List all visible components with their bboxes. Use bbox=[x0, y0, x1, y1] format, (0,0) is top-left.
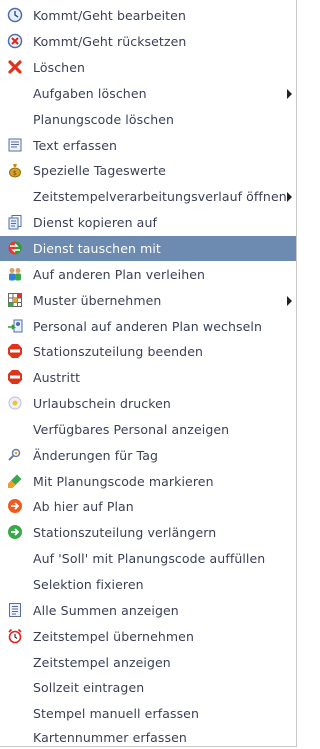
menu-item-label: Sollzeit eintragen bbox=[33, 680, 145, 695]
menu-item-stationszuteilung-beenden[interactable]: Stationszuteilung beenden bbox=[0, 339, 296, 364]
menu-item-label: Kommt/Geht rücksetzen bbox=[33, 34, 187, 49]
menu-item-dienst-kopieren[interactable]: Dienst kopieren auf bbox=[0, 210, 296, 235]
menu-item-aenderungen-fuer-tag[interactable]: Änderungen für Tag bbox=[0, 443, 296, 468]
menu-item-kartennummer-erfassen[interactable]: Kartennummer erfassen bbox=[0, 727, 296, 747]
menu-item-label: Aufgaben löschen bbox=[33, 86, 147, 101]
menu-item-kommt-geht-ruecksetzen[interactable]: Kommt/Geht rücksetzen bbox=[0, 29, 296, 54]
menu-item-label: Stationszuteilung verlängern bbox=[33, 525, 217, 540]
menu-item-label: Verfügbares Personal anzeigen bbox=[33, 422, 230, 437]
context-menu: Kommt/Geht bearbeiten Kommt/Geht rückset… bbox=[0, 0, 297, 747]
swap-icon bbox=[7, 240, 23, 256]
menu-item-ab-hier-auf-plan[interactable]: Ab hier auf Plan bbox=[0, 494, 296, 519]
menu-item-stationszuteilung-verlaengern[interactable]: Stationszuteilung verlängern bbox=[0, 520, 296, 545]
menu-item-zeitstempelverarbeitungsverlauf[interactable]: Zeitstempelverarbeitungsverlauf öffnen bbox=[0, 184, 296, 209]
menu-item-zeitstempel-anzeigen[interactable]: Zeitstempel anzeigen bbox=[0, 650, 296, 675]
menu-item-loeschen[interactable]: Löschen bbox=[0, 55, 296, 80]
menu-item-planungscode-loeschen[interactable]: Planungscode löschen bbox=[0, 107, 296, 132]
menu-item-austritt[interactable]: Austritt bbox=[0, 365, 296, 390]
svg-text:$: $ bbox=[13, 170, 17, 177]
submenu-arrow-icon bbox=[287, 89, 292, 99]
menu-item-label: Alle Summen anzeigen bbox=[33, 603, 179, 618]
menu-item-personal-wechseln[interactable]: Personal auf anderen Plan wechseln bbox=[0, 314, 296, 339]
sun-icon bbox=[7, 395, 23, 411]
text-note-icon bbox=[7, 137, 23, 153]
menu-item-label: Austritt bbox=[33, 370, 81, 385]
menu-item-label: Stationszuteilung beenden bbox=[33, 344, 204, 359]
menu-item-label: Kommt/Geht bearbeiten bbox=[33, 8, 186, 23]
menu-item-label: Auf 'Soll' mit Planungscode auffüllen bbox=[33, 551, 266, 566]
menu-item-alle-summen-anzeigen[interactable]: Alle Summen anzeigen bbox=[0, 598, 296, 623]
menu-item-kommt-geht-bearbeiten[interactable]: Kommt/Geht bearbeiten bbox=[0, 3, 296, 28]
person-search-icon bbox=[7, 447, 23, 463]
menu-item-aufgaben-loeschen[interactable]: Aufgaben löschen bbox=[0, 81, 296, 106]
menu-item-label: Zeitstempel anzeigen bbox=[33, 655, 171, 670]
menu-item-label: Dienst tauschen mit bbox=[33, 241, 161, 256]
menu-item-dienst-tauschen[interactable]: Dienst tauschen mit bbox=[0, 236, 296, 261]
green-arrow-right-icon bbox=[7, 524, 23, 540]
menu-item-mit-planungscode-markieren[interactable]: Mit Planungscode markieren bbox=[0, 469, 296, 494]
menu-item-muster-uebernehmen[interactable]: Muster übernehmen bbox=[0, 288, 296, 313]
menu-item-label: Personal auf anderen Plan wechseln bbox=[33, 319, 262, 334]
menu-item-label: Muster übernehmen bbox=[33, 293, 162, 308]
menu-item-label: Löschen bbox=[33, 60, 86, 75]
pattern-grid-icon bbox=[7, 292, 23, 308]
menu-item-label: Zeitstempelverarbeitungsverlauf öffnen bbox=[33, 189, 287, 204]
clock-reset-icon bbox=[7, 33, 23, 49]
menu-item-stempel-manuell-erfassen[interactable]: Stempel manuell erfassen bbox=[0, 701, 296, 726]
stop-sign-icon bbox=[7, 369, 23, 385]
menu-item-label: Selektion fixieren bbox=[33, 577, 144, 592]
menu-item-sollzeit-eintragen[interactable]: Sollzeit eintragen bbox=[0, 675, 296, 700]
menu-item-label: Zeitstempel übernehmen bbox=[33, 629, 194, 644]
delete-x-icon bbox=[7, 59, 23, 75]
clock-edit-icon bbox=[7, 7, 23, 23]
menu-item-label: Änderungen für Tag bbox=[33, 448, 158, 463]
menu-item-label: Auf anderen Plan verleihen bbox=[33, 267, 206, 282]
menu-item-spezielle-tageswerte[interactable]: $ Spezielle Tageswerte bbox=[0, 158, 296, 183]
menu-item-label: Planungscode löschen bbox=[33, 112, 175, 127]
menu-item-label: Stempel manuell erfassen bbox=[33, 706, 199, 721]
menu-item-label: Kartennummer erfassen bbox=[33, 729, 187, 745]
menu-item-label: Mit Planungscode markieren bbox=[33, 474, 214, 489]
menu-item-label: Spezielle Tageswerte bbox=[33, 163, 166, 178]
submenu-arrow-icon bbox=[287, 296, 292, 306]
menu-item-urlaubschein-drucken[interactable]: Urlaubschein drucken bbox=[0, 391, 296, 416]
orange-arrow-right-icon bbox=[7, 498, 23, 514]
menu-item-verfuegbares-personal[interactable]: Verfügbares Personal anzeigen bbox=[0, 417, 296, 442]
menu-item-selektion-fixieren[interactable]: Selektion fixieren bbox=[0, 572, 296, 597]
alarm-clock-icon bbox=[7, 628, 23, 644]
menu-item-auf-anderen-plan-verleihen[interactable]: Auf anderen Plan verleihen bbox=[0, 262, 296, 287]
menu-item-text-erfassen[interactable]: Text erfassen bbox=[0, 133, 296, 158]
menu-item-label: Urlaubschein drucken bbox=[33, 396, 171, 411]
marker-brush-icon bbox=[7, 473, 23, 489]
menu-item-auf-soll-auffuellen[interactable]: Auf 'Soll' mit Planungscode auffüllen bbox=[0, 546, 296, 571]
stop-sign-icon bbox=[7, 343, 23, 359]
menu-item-label: Ab hier auf Plan bbox=[33, 499, 134, 514]
submenu-arrow-icon bbox=[287, 192, 292, 202]
lend-people-icon bbox=[7, 266, 23, 282]
menu-item-label: Dienst kopieren auf bbox=[33, 215, 157, 230]
money-bag-icon: $ bbox=[7, 162, 23, 178]
transfer-person-icon bbox=[7, 318, 23, 334]
copy-icon bbox=[7, 214, 23, 230]
menu-item-label: Text erfassen bbox=[33, 138, 118, 153]
sum-list-icon bbox=[7, 602, 23, 618]
menu-item-zeitstempel-uebernehmen[interactable]: Zeitstempel übernehmen bbox=[0, 624, 296, 649]
